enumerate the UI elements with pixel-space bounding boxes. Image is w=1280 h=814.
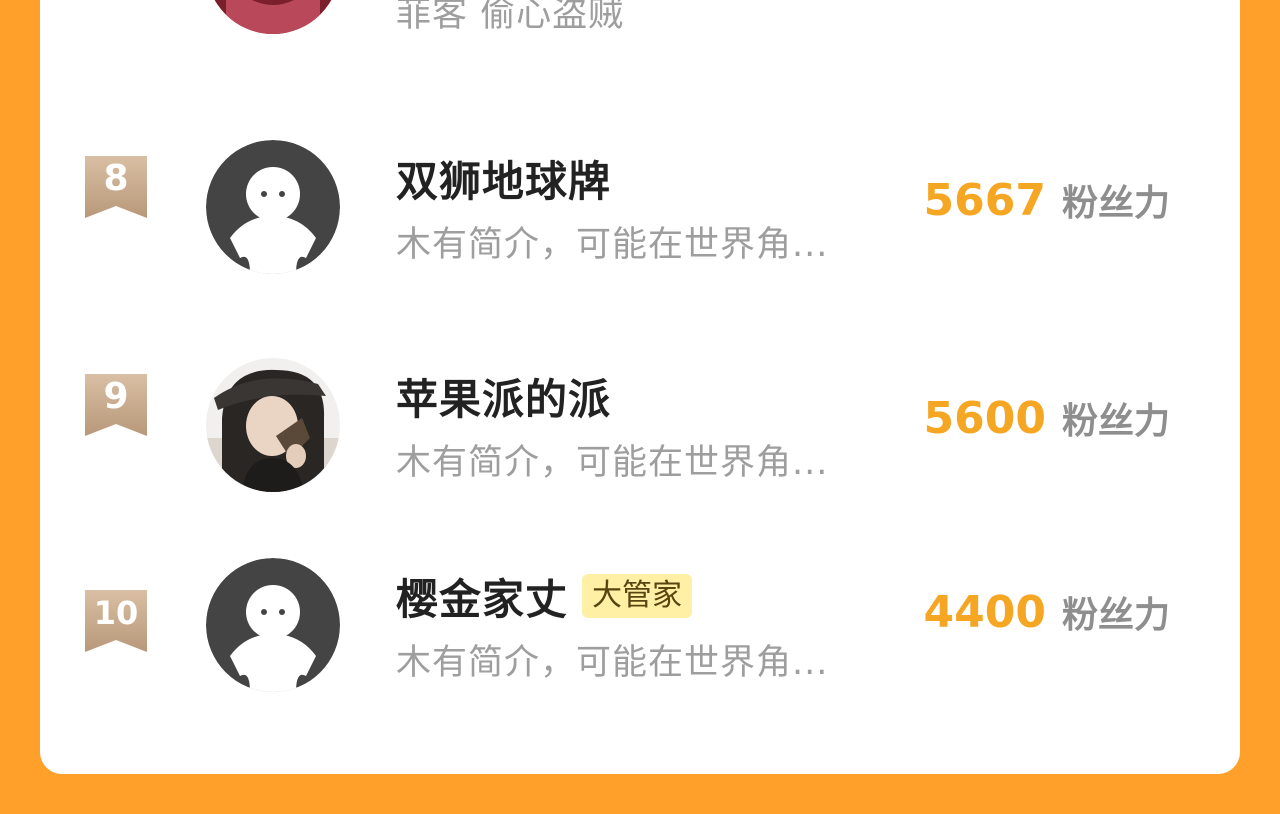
score-value: 4400	[923, 587, 1046, 638]
avatar[interactable]	[206, 358, 340, 492]
ranking-card: 菲客 偷心盗贼 8 双狮地球牌 木有简介，可能在世界角... 5667 粉丝力 …	[40, 0, 1240, 774]
user-name[interactable]: 双狮地球牌	[396, 148, 611, 209]
avatar[interactable]	[206, 558, 340, 692]
rank-badge: 10	[85, 590, 147, 652]
role-badge: 大管家	[582, 574, 693, 618]
entry-description: 菲客 偷心盗贼	[396, 0, 625, 35]
score: 4400 粉丝力	[924, 586, 1170, 646]
score-unit: 粉丝力	[1061, 595, 1170, 636]
user-name[interactable]: 樱金家丈	[396, 566, 568, 627]
entry-description: 木有简介，可能在世界角...	[396, 225, 829, 265]
rank-badge: 8	[85, 156, 147, 218]
photo-avatar-icon	[206, 358, 340, 492]
score-unit: 粉丝力	[1061, 183, 1170, 224]
entry-description: 木有简介，可能在世界角...	[396, 643, 829, 683]
list-item[interactable]: 9 苹果派的派 木有简介，可能在世界角... 5600 粉丝力	[40, 358, 1240, 498]
list-item[interactable]: 8 双狮地球牌 木有简介，可能在世界角... 5667 粉丝力	[40, 140, 1240, 280]
score-value: 5600	[923, 393, 1046, 444]
rank-number: 9	[103, 376, 129, 417]
score: 5667 粉丝力	[924, 174, 1170, 234]
default-avatar-icon	[206, 558, 340, 692]
entry-description: 木有简介，可能在世界角...	[396, 443, 829, 483]
list-item[interactable]: 10 樱金家丈 大管家 木有简介，可能在世界角... 4400 粉丝力	[40, 556, 1240, 696]
avatar[interactable]	[206, 0, 340, 34]
score-value: 5667	[923, 175, 1046, 226]
user-name[interactable]: 苹果派的派	[396, 366, 611, 427]
rank-number: 8	[103, 158, 129, 199]
rank-number: 10	[93, 594, 139, 632]
avatar[interactable]	[206, 140, 340, 274]
score-unit: 粉丝力	[1061, 401, 1170, 442]
default-avatar-icon	[206, 140, 340, 274]
score: 5600 粉丝力	[924, 392, 1170, 452]
rank-badge: 9	[85, 374, 147, 436]
